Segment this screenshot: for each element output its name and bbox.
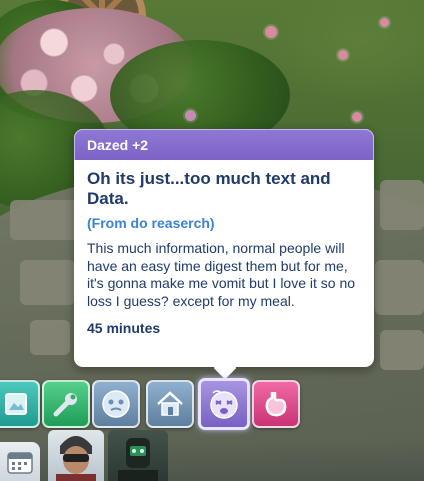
dizzy-face-icon [210, 390, 238, 419]
sim-portrait-icon [118, 438, 158, 481]
tooltip-body: Oh its just...too much text and Data. (F… [74, 160, 374, 337]
dazed-face-icon [102, 390, 130, 418]
moodlet-dazed[interactable] [92, 380, 140, 428]
picture-frame-icon [5, 393, 27, 415]
sim-avatar-2[interactable] [108, 430, 168, 481]
pink-flower [338, 50, 348, 60]
moodlet-name: Dazed +2 [87, 137, 149, 153]
moodlet-house[interactable] [146, 380, 194, 428]
house-icon [157, 391, 183, 416]
moodlet-duration: 45 minutes [87, 320, 161, 337]
stone [20, 260, 75, 305]
tooltip-header: Dazed +2 [74, 129, 374, 160]
pink-flower [380, 18, 389, 27]
pink-flower [352, 112, 362, 122]
moodlet-description: This much information, normal people wil… [87, 240, 356, 309]
calendar-icon [7, 451, 33, 474]
moodlet-dizzy[interactable] [198, 378, 250, 430]
stone [30, 320, 70, 355]
stone [375, 260, 424, 315]
stone [380, 180, 424, 230]
moodlet-title: Oh its just...too much text and Data. [87, 169, 331, 208]
sim-avatar-1[interactable] [48, 430, 104, 481]
moodlet-wrench[interactable] [42, 380, 90, 428]
stone [380, 330, 424, 370]
calendar-button[interactable] [0, 442, 40, 481]
sim-portrait-icon [56, 436, 96, 481]
moodlet-source: (From do reaserch) [87, 215, 215, 231]
moodlet-tooltip: Dazed +2 Oh its just...too much text and… [74, 129, 374, 380]
stone [10, 200, 80, 240]
wrench-icon [53, 393, 77, 417]
moodlet-bar [0, 378, 424, 430]
pink-flower [265, 26, 277, 38]
pink-flower [185, 110, 196, 121]
moodlet-stomach[interactable] [252, 380, 300, 428]
stomach-icon [265, 392, 287, 417]
moodlet-picture-frame[interactable] [0, 380, 40, 428]
